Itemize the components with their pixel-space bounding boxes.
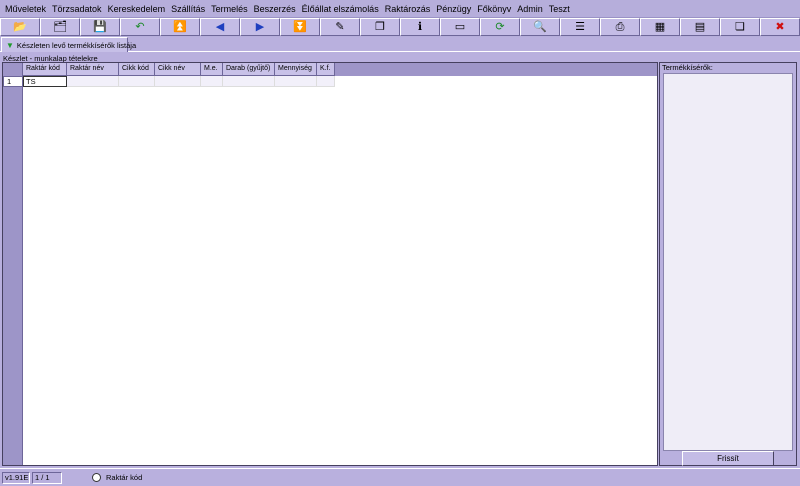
table-cell[interactable] — [119, 76, 155, 87]
version-field: v1.91E — [2, 471, 30, 484]
tab-strip: ▼ Készleten levő termékkísérők listája — [0, 37, 800, 52]
menu-bar: Műveletek Törzsadatok Kereskedelem Szállítá… — [0, 0, 800, 18]
grid-icon: ▦ — [654, 20, 666, 33]
table-cell[interactable] — [275, 76, 317, 87]
column-header-4[interactable]: M.e. — [201, 63, 223, 76]
column-header-2[interactable]: Cikk kód — [119, 63, 155, 76]
refresh-icon: ⟳ — [495, 20, 505, 33]
copy-icon: ❐ — [375, 20, 385, 33]
menu-item-1[interactable]: Törzsadatok — [49, 4, 105, 14]
column-header-7[interactable]: K.f. — [317, 63, 335, 76]
toolbar: 📂 🗂 💾 ↶ ⏫ ◀ ▶ ⏬ ✎ ❐ ℹ ▭ ⟳ 🔍 ☰ ⎙ ▦ ▤ ❏ ✖ — [0, 18, 800, 37]
previous-record-icon: ◀ — [215, 20, 225, 33]
undo-icon: ↶ — [135, 20, 145, 33]
list-button[interactable]: ☰ — [560, 18, 600, 36]
edit-button[interactable]: ✎ — [320, 18, 360, 36]
table-cell[interactable]: TS — [23, 76, 67, 87]
menu-item-10[interactable]: Admin — [514, 4, 546, 14]
table-cell[interactable] — [317, 76, 335, 87]
restore-window-button[interactable]: ❏ — [720, 18, 760, 36]
menu-item-9[interactable]: Főkönyv — [474, 4, 514, 14]
previous-record-button[interactable]: ◀ — [200, 18, 240, 36]
menu-item-8[interactable]: Pénzügy — [433, 4, 474, 14]
radio-label: Raktár kód — [106, 473, 143, 482]
undo-button[interactable]: ↶ — [120, 18, 160, 36]
table-cell[interactable] — [201, 76, 223, 87]
info-button[interactable]: ℹ — [400, 18, 440, 36]
grid-button[interactable]: ▦ — [640, 18, 680, 36]
termekkiserok-list[interactable] — [663, 73, 793, 451]
table-row[interactable]: TS — [23, 76, 335, 87]
first-record-icon: ⏫ — [173, 20, 187, 33]
search-button[interactable]: 🔍 — [520, 18, 560, 36]
menu-item-6[interactable]: Élőállat elszámolás — [299, 4, 382, 14]
refresh-button[interactable]: ⟳ — [480, 18, 520, 36]
row-number[interactable]: 1 — [3, 76, 23, 87]
termekkiserok-panel: Termékkísérők: — [659, 62, 797, 466]
window-button[interactable]: ▭ — [440, 18, 480, 36]
column-header-0[interactable]: Raktár kód — [23, 63, 67, 76]
copy-button[interactable]: ❐ — [360, 18, 400, 36]
list-icon: ☰ — [575, 20, 585, 33]
tab-label: Készleten levő termékkísérők listája — [16, 40, 137, 50]
sort-radio[interactable] — [92, 473, 101, 482]
table-button[interactable]: ▤ — [680, 18, 720, 36]
edit-icon: ✎ — [335, 20, 345, 33]
open-folder-button[interactable]: 📂 — [0, 18, 40, 36]
menu-item-7[interactable]: Raktározás — [382, 4, 434, 14]
next-record-button[interactable]: ▶ — [240, 18, 280, 36]
table-cell[interactable] — [67, 76, 119, 87]
first-record-button[interactable]: ⏫ — [160, 18, 200, 36]
folder-button[interactable]: 🗂 — [40, 18, 80, 36]
grid-corner — [3, 63, 23, 76]
column-header-1[interactable]: Raktár név — [67, 63, 119, 76]
next-record-icon: ▶ — [255, 20, 265, 33]
print-icon: ⎙ — [615, 20, 625, 33]
menu-item-3[interactable]: Szállítás — [168, 4, 208, 14]
column-header-6[interactable]: Mennyiség — [275, 63, 317, 76]
menu-item-4[interactable]: Termelés — [208, 4, 251, 14]
menu-item-5[interactable]: Beszerzés — [251, 4, 299, 14]
status-bar: v1.91E 1 / 1 Raktár kód — [0, 468, 800, 486]
search-icon: 🔍 — [533, 20, 547, 33]
close-icon: ✖ — [775, 20, 785, 33]
close-button[interactable]: ✖ — [760, 18, 800, 36]
print-button[interactable]: ⎙ — [600, 18, 640, 36]
info-icon: ℹ — [417, 20, 423, 33]
grid-header: Raktár kód Raktár név Cikk kód Cikk név M.e.… — [3, 63, 657, 76]
folder-icon: 🗂 — [53, 20, 67, 33]
panel-title: Termékkísérők: — [662, 63, 713, 72]
menu-item-2[interactable]: Kereskedelem — [105, 4, 169, 14]
window-icon: ▭ — [454, 20, 466, 33]
restore-window-icon: ❏ — [735, 20, 745, 33]
filter-icon: ▼ — [6, 40, 14, 50]
save-icon: 💾 — [93, 20, 107, 33]
table-cell[interactable] — [155, 76, 201, 87]
tab-termekkiserok[interactable]: ▼ Készleten levő termékkísérők listája — [1, 37, 136, 52]
menu-item-0[interactable]: Műveletek — [2, 4, 49, 14]
inventory-grid: Raktár kód Raktár név Cikk kód Cikk név M.e.… — [2, 62, 658, 466]
save-button[interactable]: 💾 — [80, 18, 120, 36]
last-record-button[interactable]: ⏬ — [280, 18, 320, 36]
open-folder-icon: 📂 — [13, 20, 27, 33]
grid-body[interactable] — [23, 76, 657, 465]
column-header-5[interactable]: Darab (gyűjtő) — [223, 63, 275, 76]
column-header-3[interactable]: Cikk név — [155, 63, 201, 76]
last-record-icon: ⏬ — [293, 20, 307, 33]
page-field: 1 / 1 — [32, 471, 62, 484]
table-icon: ▤ — [694, 20, 706, 33]
menu-item-11[interactable]: Teszt — [546, 4, 573, 14]
row-gutter: 1 — [3, 76, 23, 465]
table-cell[interactable] — [223, 76, 275, 87]
refresh-button[interactable]: Frissít — [682, 451, 774, 466]
